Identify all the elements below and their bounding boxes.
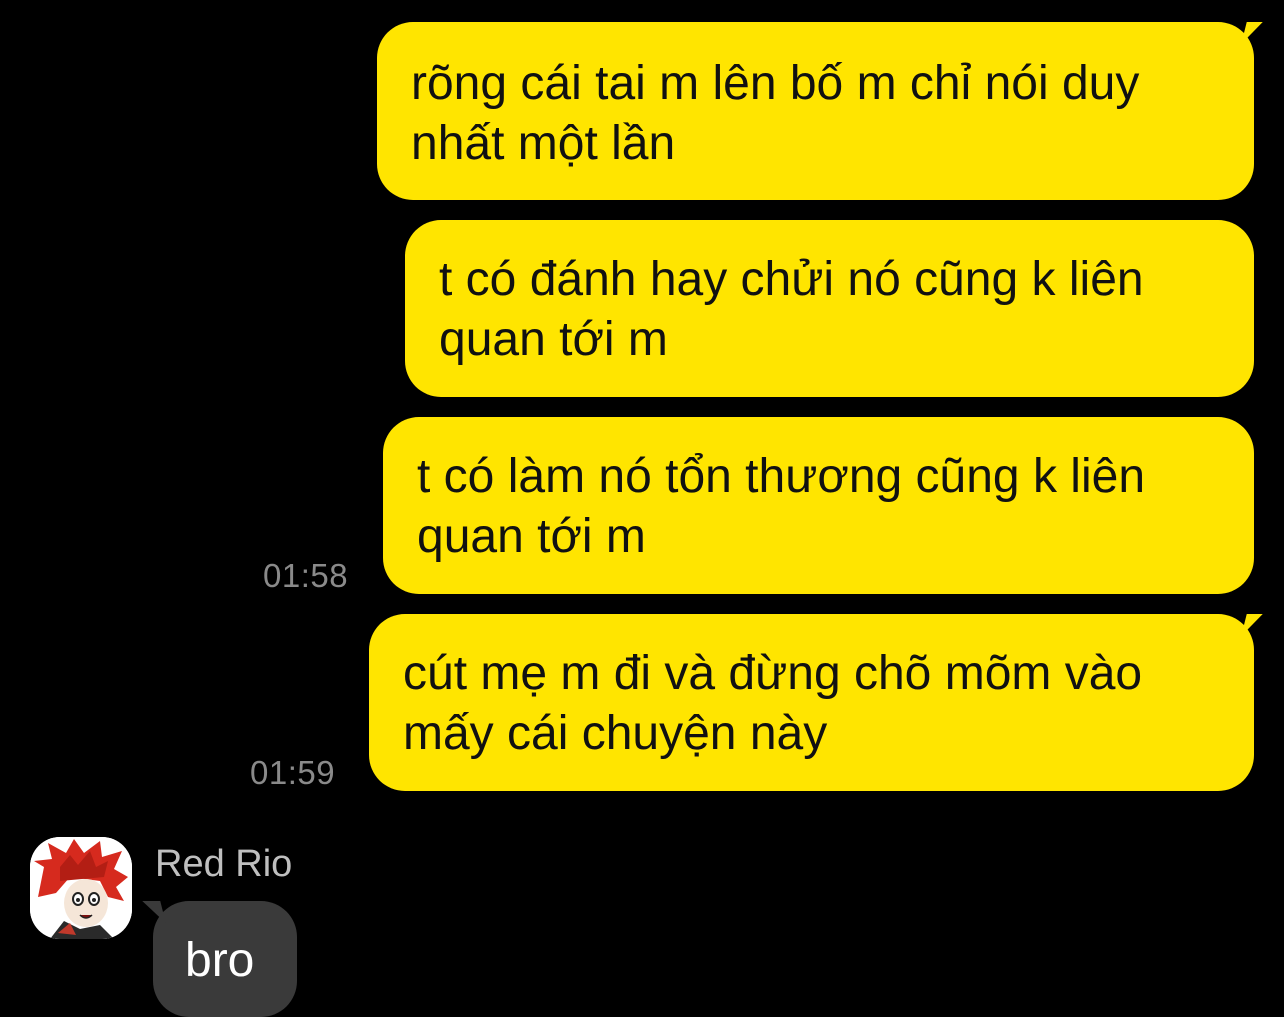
bubble-tail [142, 901, 166, 923]
message-text: t có làm nó tổn thương cũng k liên quan … [417, 450, 1146, 563]
message-text: rõng cái tai m lên bố m chỉ nói duy nhất… [411, 57, 1140, 170]
message-timestamp: 01:58 [263, 557, 349, 594]
outgoing-message-bubble[interactable]: rõng cái tai m lên bố m chỉ nói duy nhất… [377, 22, 1263, 200]
message-timestamp: 01:59 [250, 754, 336, 791]
sender-avatar[interactable] [30, 837, 132, 939]
chat-screen: { "messages": { "m1": "rõng cái tai m lê… [0, 0, 1284, 1017]
anime-avatar-icon [30, 837, 132, 939]
outgoing-message-bubble[interactable]: t có đánh hay chửi nó cũng k liên quan t… [405, 220, 1254, 397]
message-text: t có đánh hay chửi nó cũng k liên quan t… [439, 253, 1144, 366]
bubble-tail [1241, 614, 1263, 636]
sender-name: Red Rio [155, 843, 293, 885]
message-text: bro [185, 934, 255, 987]
outgoing-message-bubble[interactable]: t có làm nó tổn thương cũng k liên quan … [383, 417, 1254, 594]
outgoing-message-bubble[interactable]: cút mẹ m đi và đừng chõ mõm vào mấy cái … [369, 614, 1263, 791]
message-text: cút mẹ m đi và đừng chõ mõm vào mấy cái … [403, 647, 1143, 760]
bubble-tail [1241, 22, 1263, 44]
incoming-message-bubble[interactable]: bro [142, 901, 297, 1017]
